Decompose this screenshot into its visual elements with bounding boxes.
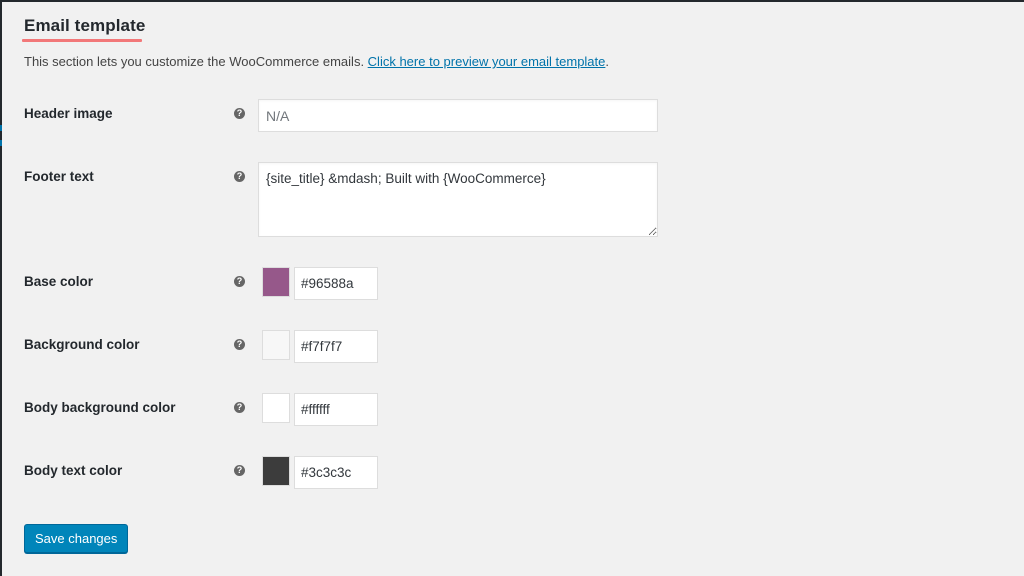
- body-text-color-swatch[interactable]: [262, 456, 290, 486]
- question-circle-icon[interactable]: ?: [234, 171, 245, 182]
- footer-text-label: Footer text: [24, 169, 94, 184]
- sidebar-active-indicator: [0, 140, 2, 146]
- background-color-label: Background color: [24, 337, 140, 352]
- section-description-text: This section lets you customize the WooC…: [24, 54, 368, 69]
- admin-top-bar-edge: [0, 0, 1024, 2]
- sidebar-active-indicator: [0, 125, 2, 131]
- question-circle-icon[interactable]: ?: [234, 465, 245, 476]
- question-circle-icon[interactable]: ?: [234, 276, 245, 287]
- body-background-color-swatch[interactable]: [262, 393, 290, 423]
- header-image-label: Header image: [24, 106, 113, 121]
- admin-sidebar-edge: [0, 0, 2, 576]
- background-color-swatch[interactable]: [262, 330, 290, 360]
- base-color-input[interactable]: [294, 267, 378, 300]
- body-background-color-label: Body background color: [24, 400, 176, 415]
- body-text-color-input[interactable]: [294, 456, 378, 489]
- section-description: This section lets you customize the WooC…: [24, 54, 610, 69]
- question-circle-icon[interactable]: ?: [234, 402, 245, 413]
- body-text-color-label: Body text color: [24, 463, 123, 478]
- header-image-input[interactable]: [258, 99, 658, 132]
- base-color-label: Base color: [24, 274, 94, 289]
- section-title: Email template: [24, 16, 146, 35]
- base-color-swatch[interactable]: [262, 267, 290, 297]
- save-changes-button[interactable]: Save changes: [24, 524, 129, 553]
- footer-text-textarea[interactable]: {site_title} &mdash; Built with {WooComm…: [258, 162, 658, 237]
- section-title-underline: [22, 39, 142, 42]
- question-circle-icon[interactable]: ?: [234, 339, 245, 350]
- background-color-input[interactable]: [294, 330, 378, 363]
- body-background-color-input[interactable]: [294, 393, 378, 426]
- question-circle-icon[interactable]: ?: [234, 108, 245, 119]
- preview-email-template-link[interactable]: Click here to preview your email templat…: [368, 54, 606, 69]
